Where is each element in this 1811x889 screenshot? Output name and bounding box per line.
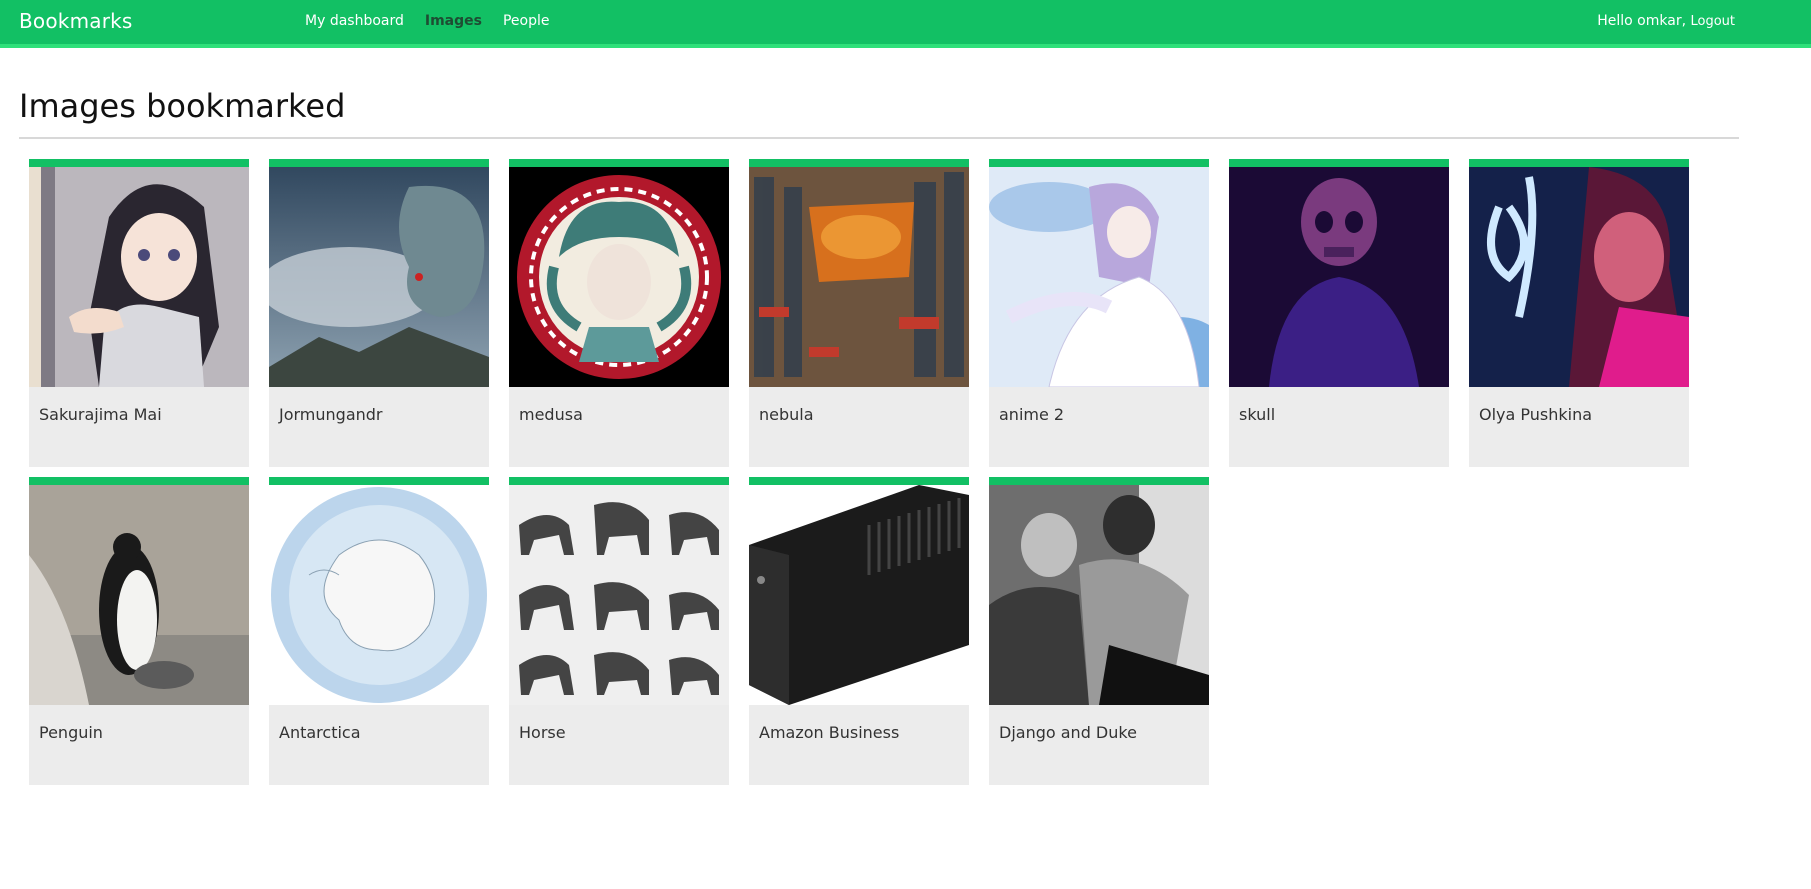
serpent-image — [269, 167, 489, 387]
nav-images[interactable]: Images — [425, 13, 482, 29]
horse-engravings-image — [509, 485, 729, 705]
image-card-title: Antarctica — [279, 723, 361, 742]
image-card-title: Jormungandr — [279, 405, 383, 424]
piano-photo-image — [989, 485, 1209, 705]
anime-girl-white-dress-image — [989, 167, 1209, 387]
skull-image — [1229, 167, 1449, 387]
image-card-medusa[interactable]: medusa — [509, 159, 729, 467]
greeting: Hello omkar, — [1597, 13, 1687, 29]
ups-device-image — [749, 485, 969, 705]
user-area: Hello omkar, Logout — [1597, 13, 1735, 29]
image-card-title: skull — [1239, 405, 1276, 424]
main-nav: My dashboard Images People — [305, 13, 549, 29]
image-card-antarctica[interactable]: Antarctica — [269, 477, 489, 785]
image-card-title: Horse — [519, 723, 566, 742]
image-card-title: anime 2 — [999, 405, 1065, 424]
image-card-title: Django and Duke — [999, 723, 1137, 742]
image-card-amazon-business[interactable]: Amazon Business — [749, 477, 969, 785]
image-card-skull[interactable]: skull — [1229, 159, 1449, 467]
top-navbar: Bookmarks My dashboard Images People Hel… — [0, 0, 1811, 48]
page-title: Images bookmarked — [19, 87, 346, 125]
medusa-image — [509, 167, 729, 387]
image-card-nebula[interactable]: nebula — [749, 159, 969, 467]
nav-my-dashboard[interactable]: My dashboard — [305, 13, 404, 29]
logout-link[interactable]: Logout — [1690, 14, 1735, 29]
image-card-title: Olya Pushkina — [1479, 405, 1593, 424]
neon-portrait-image — [1469, 167, 1689, 387]
image-card-title: Penguin — [39, 723, 103, 742]
image-card-title: Sakurajima Mai — [39, 405, 162, 424]
anime-girl-image — [29, 167, 249, 387]
antarctica-map-image — [269, 485, 489, 705]
title-divider — [19, 137, 1739, 139]
image-card-horse[interactable]: Horse — [509, 477, 729, 785]
city-sky-image — [749, 167, 969, 387]
image-card-sakurajima-mai[interactable]: Sakurajima Mai — [29, 159, 249, 467]
image-card-anime-2[interactable]: anime 2 — [989, 159, 1209, 467]
image-card-penguin[interactable]: Penguin — [29, 477, 249, 785]
penguin-image — [29, 485, 249, 705]
image-card-olya-pushkina[interactable]: Olya Pushkina — [1469, 159, 1689, 467]
image-card-jormungandr[interactable]: Jormungandr — [269, 159, 489, 467]
nav-people[interactable]: People — [503, 13, 550, 29]
image-card-title: nebula — [759, 405, 814, 424]
image-card-title: Amazon Business — [759, 723, 900, 742]
image-card-django-and-duke[interactable]: Django and Duke — [989, 477, 1209, 785]
brand-logo[interactable]: Bookmarks — [19, 9, 133, 33]
image-card-title: medusa — [519, 405, 583, 424]
